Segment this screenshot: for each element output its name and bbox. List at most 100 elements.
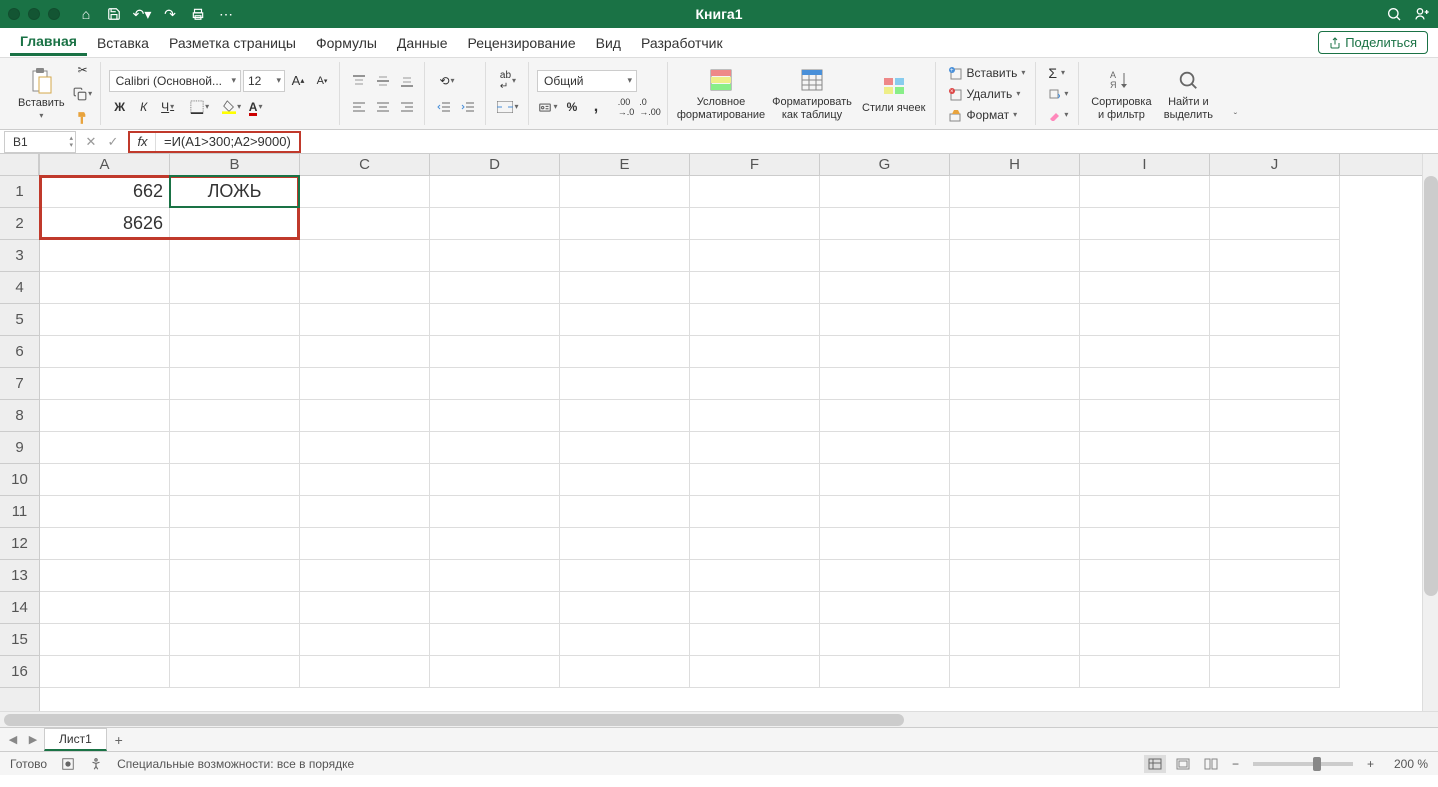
row-header[interactable]: 9 [0, 432, 39, 464]
cell[interactable] [40, 432, 170, 464]
cell[interactable] [950, 176, 1080, 208]
align-center-icon[interactable] [372, 96, 394, 118]
row-header[interactable]: 3 [0, 240, 39, 272]
cell[interactable] [560, 560, 690, 592]
row-header[interactable]: 6 [0, 336, 39, 368]
align-middle-icon[interactable] [372, 70, 394, 92]
find-select-button[interactable]: Найти и выделить [1158, 64, 1218, 122]
cell[interactable] [820, 656, 950, 688]
cell[interactable] [1210, 432, 1340, 464]
autosum-icon[interactable]: Σ [1044, 63, 1072, 83]
cell[interactable] [300, 176, 430, 208]
cells-area[interactable]: 662 ЛОЖЬ 8626 [40, 176, 1422, 711]
align-right-icon[interactable] [396, 96, 418, 118]
cell[interactable] [40, 592, 170, 624]
zoom-level[interactable]: 200 % [1384, 757, 1428, 771]
conditional-formatting-button[interactable]: Условное форматирование [676, 64, 766, 122]
cell[interactable] [40, 464, 170, 496]
formula-input[interactable]: =И(A1>300;A2>9000) [156, 134, 299, 149]
cell[interactable] [950, 592, 1080, 624]
cell[interactable] [430, 368, 560, 400]
cell[interactable] [690, 272, 820, 304]
cell[interactable] [950, 208, 1080, 240]
cell[interactable] [300, 592, 430, 624]
share-header-icon[interactable] [1414, 6, 1430, 22]
cell[interactable] [40, 496, 170, 528]
border-icon[interactable] [189, 96, 211, 118]
decrease-font-icon[interactable]: A▾ [311, 70, 333, 92]
cell[interactable] [40, 368, 170, 400]
cell[interactable] [430, 464, 560, 496]
format-cells-button[interactable]: Формат [944, 105, 1029, 125]
cell[interactable] [1210, 240, 1340, 272]
cell[interactable] [690, 528, 820, 560]
align-left-icon[interactable] [348, 96, 370, 118]
cell[interactable] [690, 208, 820, 240]
col-header[interactable]: I [1080, 154, 1210, 175]
cell[interactable] [820, 272, 950, 304]
minimize-window-dot[interactable] [28, 8, 40, 20]
orientation-icon[interactable]: ⟲ [433, 70, 461, 92]
cell[interactable] [560, 336, 690, 368]
cell[interactable] [820, 176, 950, 208]
insert-cells-button[interactable]: +Вставить [944, 63, 1029, 83]
cell[interactable] [1210, 560, 1340, 592]
col-header[interactable]: F [690, 154, 820, 175]
cell[interactable] [1080, 272, 1210, 304]
row-header[interactable]: 12 [0, 528, 39, 560]
cell[interactable] [170, 496, 300, 528]
row-header[interactable]: 4 [0, 272, 39, 304]
cell[interactable] [40, 528, 170, 560]
cell[interactable] [300, 336, 430, 368]
cell[interactable] [170, 400, 300, 432]
sort-filter-button[interactable]: АЯ Сортировка и фильтр [1087, 64, 1155, 122]
home-icon[interactable]: ⌂ [78, 6, 94, 22]
cell[interactable] [170, 432, 300, 464]
cell[interactable] [690, 496, 820, 528]
cell[interactable] [1210, 656, 1340, 688]
cell[interactable] [820, 464, 950, 496]
cell[interactable] [820, 304, 950, 336]
cell[interactable] [300, 272, 430, 304]
cell[interactable] [170, 272, 300, 304]
cell[interactable] [1210, 176, 1340, 208]
cell[interactable] [950, 368, 1080, 400]
zoom-out-icon[interactable]: − [1228, 757, 1243, 771]
merge-cells-icon[interactable] [494, 96, 522, 118]
cell[interactable] [820, 400, 950, 432]
cell-A1[interactable]: 662 [40, 176, 170, 208]
more-icon[interactable]: ⋯ [218, 6, 234, 22]
col-header[interactable]: D [430, 154, 560, 175]
save-icon[interactable] [106, 6, 122, 22]
cell[interactable] [690, 624, 820, 656]
prev-sheet-icon[interactable]: ◀ [4, 733, 22, 746]
cell[interactable] [690, 560, 820, 592]
cell[interactable] [690, 176, 820, 208]
cell[interactable] [820, 368, 950, 400]
col-header[interactable]: J [1210, 154, 1340, 175]
cell[interactable] [560, 208, 690, 240]
cell[interactable] [950, 400, 1080, 432]
row-header[interactable]: 5 [0, 304, 39, 336]
cell[interactable] [690, 464, 820, 496]
row-header[interactable]: 16 [0, 656, 39, 688]
cell[interactable] [560, 592, 690, 624]
cell[interactable] [430, 400, 560, 432]
cell[interactable] [430, 656, 560, 688]
cell[interactable] [1080, 624, 1210, 656]
align-top-icon[interactable] [348, 70, 370, 92]
comma-icon[interactable]: , [585, 96, 607, 118]
cell[interactable] [40, 240, 170, 272]
cell[interactable] [170, 464, 300, 496]
copy-icon[interactable] [72, 83, 94, 105]
cell[interactable] [170, 592, 300, 624]
cell[interactable] [300, 656, 430, 688]
tab-formulas[interactable]: Формулы [306, 31, 387, 55]
cell[interactable] [1080, 432, 1210, 464]
cell[interactable] [1080, 496, 1210, 528]
cell[interactable] [560, 464, 690, 496]
delete-cells-button[interactable]: ×Удалить [944, 84, 1029, 104]
cell[interactable] [950, 432, 1080, 464]
underline-button[interactable]: Ч [157, 96, 179, 118]
cell[interactable] [820, 208, 950, 240]
